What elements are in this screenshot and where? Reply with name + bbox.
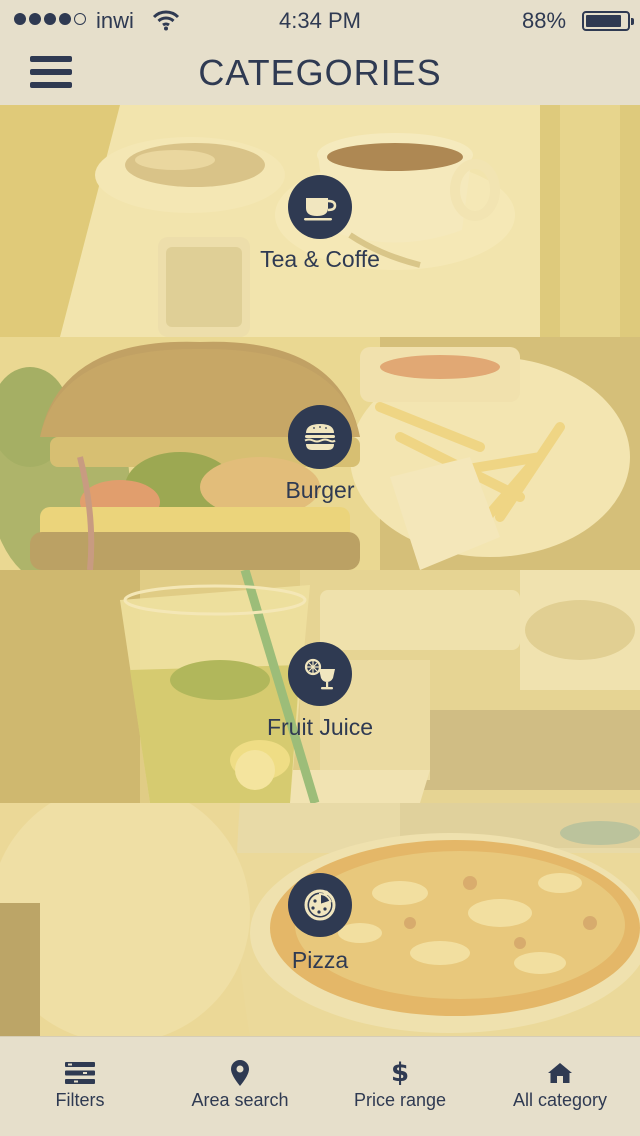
- filters-icon: [0, 1059, 160, 1087]
- fruit-juice-icon: [288, 642, 352, 706]
- nav-header: CATEGORIES: [0, 40, 640, 105]
- battery-icon: [582, 11, 634, 31]
- dollar-icon: $: [390, 1058, 410, 1088]
- tab-price-range[interactable]: $ Price range: [320, 1037, 480, 1136]
- tab-label: Filters: [55, 1090, 105, 1110]
- tab-all-category[interactable]: All category: [480, 1037, 640, 1136]
- tab-label: Area search: [191, 1090, 289, 1110]
- map-pin-icon: [160, 1059, 320, 1087]
- category-label: Pizza: [291, 947, 349, 973]
- category-tea-coffee[interactable]: Tea & Coffe: [0, 105, 640, 337]
- category-label: Burger: [285, 477, 355, 503]
- pizza-icon: [288, 873, 352, 937]
- category-fruit-juice[interactable]: Fruit Juice: [0, 570, 640, 803]
- battery-percent: 88%: [522, 8, 567, 33]
- home-icon: [480, 1059, 640, 1087]
- tab-label: All category: [512, 1090, 608, 1110]
- tab-filters[interactable]: Filters: [0, 1037, 160, 1136]
- status-bar: inwi 4:34 PM 88%: [0, 0, 640, 40]
- tab-area-search[interactable]: Area search: [160, 1037, 320, 1136]
- bottom-tab-bar: Filters Area search $ Price range All ca…: [0, 1036, 640, 1136]
- category-burger[interactable]: Burger: [0, 337, 640, 570]
- burger-icon: [288, 405, 352, 469]
- category-list: Tea & Coffe Burger Fruit Juice Pizza: [0, 105, 640, 1036]
- category-label: Fruit Juice: [266, 714, 374, 740]
- tab-label: Price range: [353, 1090, 447, 1110]
- page-title: CATEGORIES: [198, 52, 442, 93]
- category-label: Tea & Coffe: [260, 246, 380, 272]
- category-pizza[interactable]: Pizza: [0, 803, 640, 1036]
- coffee-cup-icon: [288, 175, 352, 239]
